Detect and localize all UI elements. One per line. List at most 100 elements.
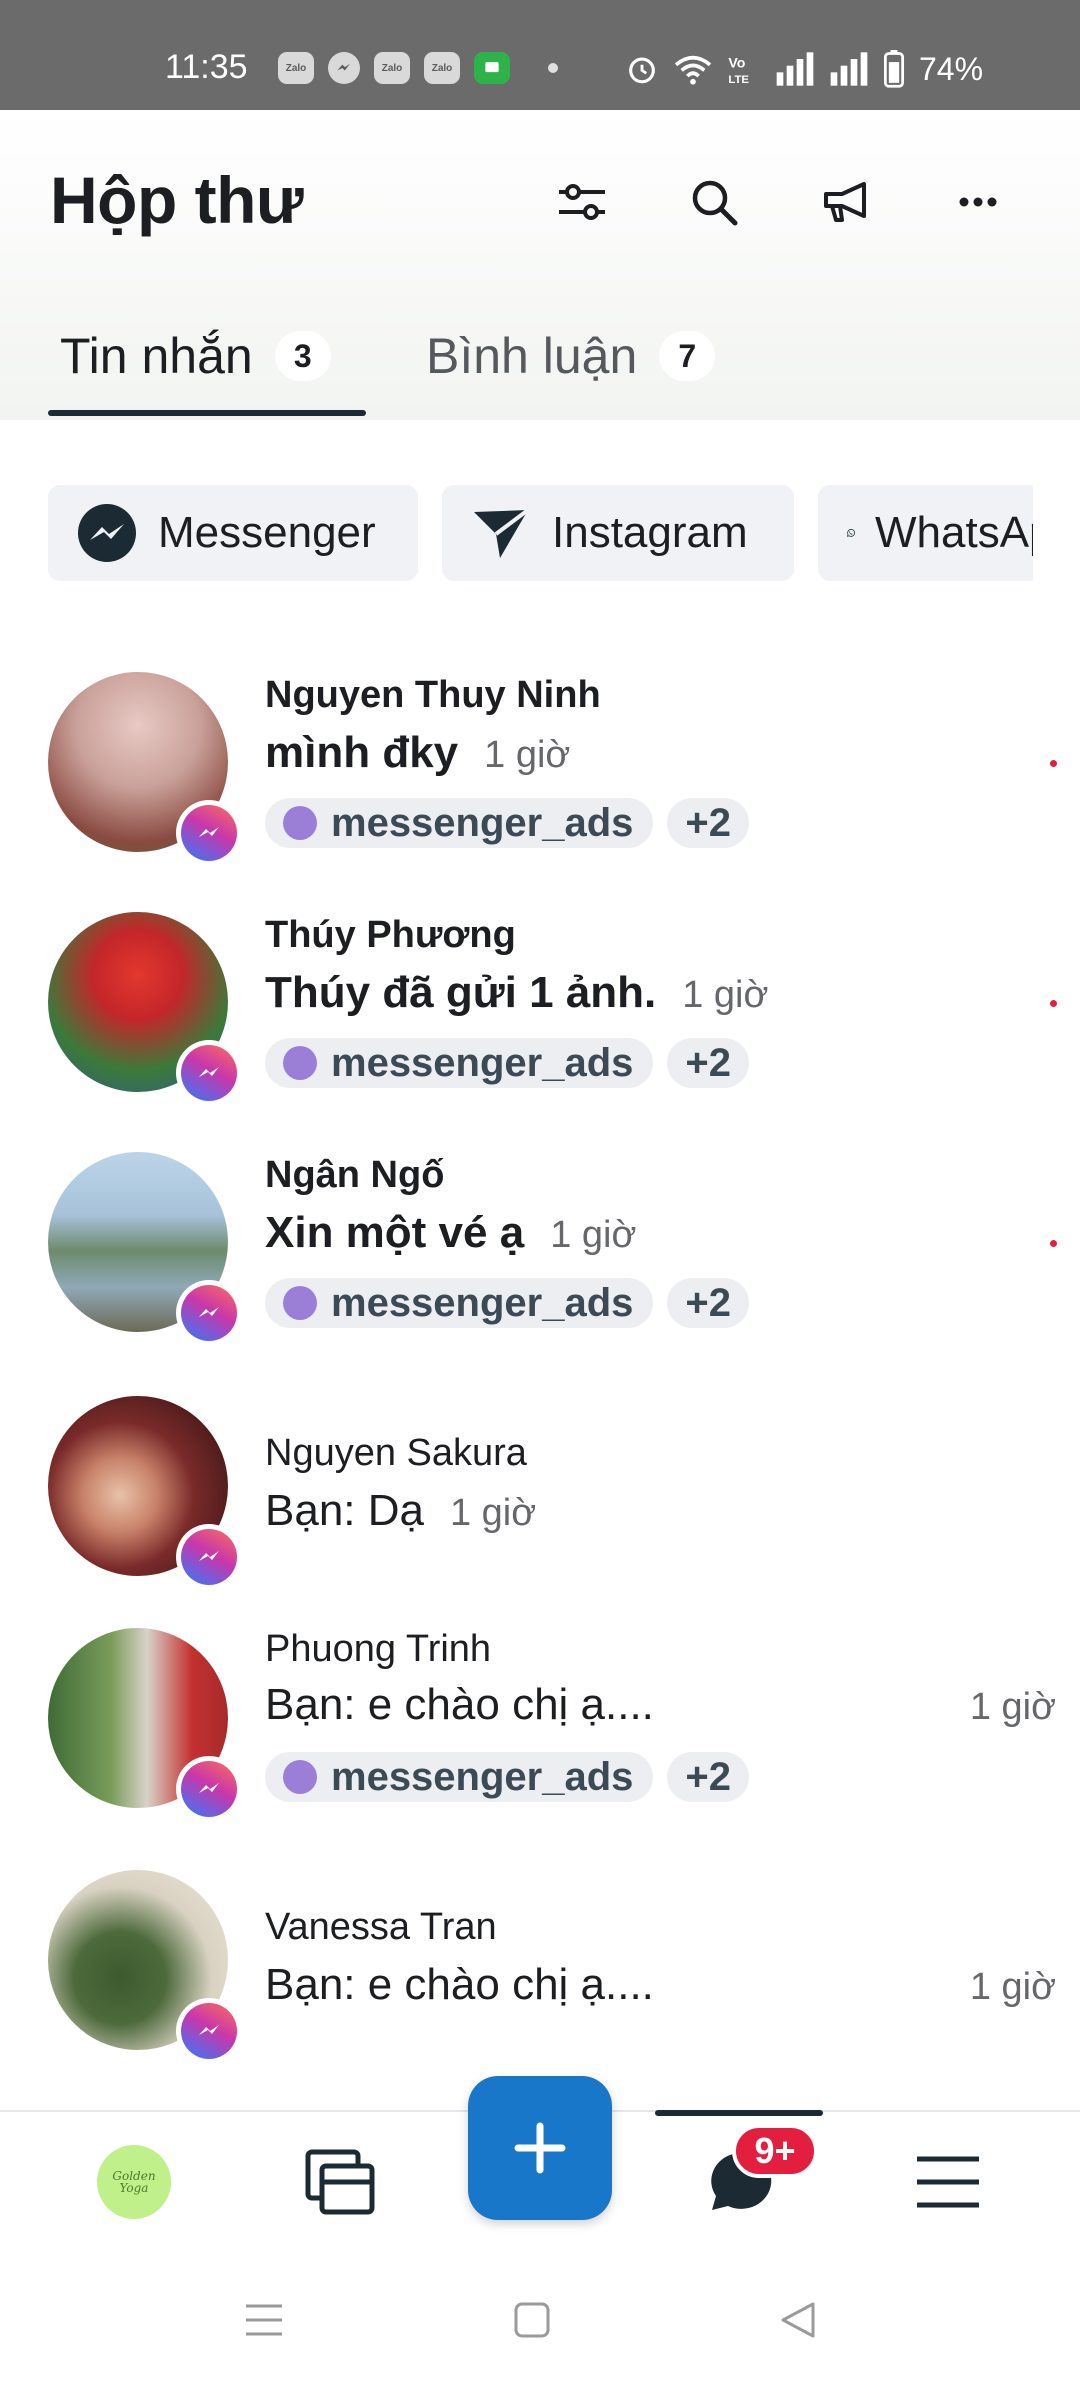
tag-color-dot (283, 1760, 317, 1794)
unread-indicator (1050, 1000, 1057, 1007)
tag-label: messenger_ads (331, 1280, 634, 1325)
tab-messages[interactable]: Tin nhắn 3 (60, 320, 331, 392)
channel-filter-chips: Messenger Instagram WhatsApp (48, 485, 1033, 581)
signal-icon (830, 52, 868, 86)
avatar (48, 1870, 242, 2064)
chip-label: WhatsApp (875, 508, 1033, 557)
conversation-item[interactable]: Nguyen Thuy Ninh mình đky 1 giờ messenge… (0, 672, 1080, 882)
active-nav-indicator (655, 2110, 823, 2116)
whatsapp-icon (847, 529, 855, 537)
system-indicators: Vo LTE 74% (625, 50, 983, 88)
svg-text:Vo: Vo (728, 56, 745, 72)
page-title: Hộp thư (50, 163, 304, 237)
messenger-badge-icon (176, 1756, 242, 1822)
message-time: 1 giờ (484, 734, 571, 776)
conversation-item[interactable]: Nguyen Sakura Bạn: Dạ 1 giờ (0, 1396, 1080, 1596)
contact-name: Ngân Ngố (265, 1154, 445, 1196)
svg-text:LTE: LTE (728, 74, 749, 86)
tag-color-dot (283, 806, 317, 840)
more-notifications-dot (548, 63, 558, 73)
messenger-icon (78, 504, 136, 562)
unread-indicator (1050, 760, 1057, 767)
inbox-header: Hộp thư Tin nhắn 3 Bình luận 7 (0, 110, 1080, 420)
tab-comments[interactable]: Bình luận 7 (426, 320, 716, 392)
avatar (48, 912, 242, 1106)
tag-label: messenger_ads (331, 1040, 634, 1085)
filter-icon[interactable] (552, 172, 612, 232)
message-preview: Bạn: Dạ (265, 1486, 424, 1535)
conversation-item[interactable]: Phuong Trinh Bạn: e chào chị ạ.... 1 giờ… (0, 1628, 1080, 1838)
avatar (48, 1396, 242, 1590)
megaphone-icon[interactable] (816, 172, 876, 232)
conversation-item[interactable]: Ngân Ngố Xin một vé ạ 1 giờ messenger_ad… (0, 1152, 1080, 1362)
tab-count-badge: 7 (659, 331, 716, 381)
chip-instagram[interactable]: Instagram (442, 485, 794, 581)
message-time: 1 giờ (969, 1966, 1056, 2008)
contact-name: Nguyen Sakura (265, 1432, 527, 1474)
home-icon[interactable] (502, 2290, 562, 2350)
posts-icon[interactable] (300, 2112, 380, 2252)
message-preview: Xin một vé ạ (265, 1208, 525, 1257)
chip-messenger[interactable]: Messenger (48, 485, 418, 581)
avatar (48, 1152, 242, 1346)
nav-brand-profile[interactable]: Golden Yoga (94, 2112, 174, 2252)
message-preview: Bạn: e chào chị ạ.... (265, 1960, 654, 2009)
tag-list: messenger_ads +2 (265, 1752, 750, 1802)
message-preview: Thúy đã gửi 1 ảnh. (265, 968, 657, 1017)
avatar (48, 1628, 242, 1822)
unread-indicator (1050, 1240, 1057, 1247)
status-bar: 11:35 Zalo Zalo Zalo Vo LTE 74% (0, 0, 1080, 110)
more-tags[interactable]: +2 (667, 1038, 750, 1088)
menu-icon[interactable] (908, 2112, 988, 2252)
wifi-icon (674, 55, 712, 85)
message-time: 1 giờ (682, 974, 769, 1016)
status-time: 11:35 (165, 48, 248, 86)
tab-label: Bình luận (426, 328, 638, 384)
avatar (48, 672, 242, 866)
zalo-icon: Zalo (424, 52, 460, 84)
more-tags[interactable]: +2 (667, 1278, 750, 1328)
search-icon[interactable] (684, 172, 744, 232)
messenger-badge-icon (176, 1040, 242, 1106)
tab-label: Tin nhắn (60, 328, 253, 384)
messenger-badge-icon (176, 1280, 242, 1346)
tag-list: messenger_ads +2 (265, 1038, 750, 1088)
chip-label: Instagram (552, 508, 748, 557)
messenger-badge-icon (176, 1998, 242, 2064)
messenger-badge-icon (176, 800, 242, 866)
label-tag[interactable]: messenger_ads (265, 798, 654, 848)
tag-label: messenger_ads (331, 1754, 634, 1799)
zalo-icon: Zalo (278, 52, 314, 84)
chip-whatsapp[interactable]: WhatsApp (818, 485, 1033, 581)
contact-name: Vanessa Tran (265, 1906, 497, 1948)
notification-icons: Zalo Zalo Zalo (278, 52, 558, 84)
more-tags[interactable]: +2 (667, 1752, 750, 1802)
tag-list: messenger_ads +2 (265, 1278, 750, 1328)
system-navigation-bar (0, 2250, 1080, 2400)
more-icon[interactable] (948, 172, 1008, 232)
message-time: 1 giờ (449, 1492, 537, 1534)
contact-name: Thúy Phương (265, 914, 516, 956)
create-button[interactable] (468, 2076, 612, 2220)
conversation-item[interactable]: Vanessa Tran Bạn: e chào chị ạ.... 1 giờ (0, 1870, 1080, 2070)
alarm-icon (629, 57, 655, 84)
instagram-direct-icon (474, 508, 530, 558)
contact-name: Phuong Trinh (265, 1628, 492, 1670)
label-tag[interactable]: messenger_ads (265, 1752, 654, 1802)
tag-color-dot (283, 1046, 317, 1080)
recent-apps-icon[interactable] (234, 2290, 294, 2350)
brand-logo: Golden Yoga (97, 2145, 171, 2219)
battery-icon (883, 50, 905, 88)
messenger-badge-icon (176, 1524, 242, 1590)
inbox-count-badge: 9+ (732, 2124, 818, 2178)
label-tag[interactable]: messenger_ads (265, 1038, 654, 1088)
tag-color-dot (283, 1286, 317, 1320)
conversation-item[interactable]: Thúy Phương Thúy đã gửi 1 ảnh. 1 giờ mes… (0, 912, 1080, 1122)
message-preview: mình đky (265, 728, 459, 777)
messenger-icon (328, 52, 360, 84)
chip-label: Messenger (158, 508, 376, 557)
signal-icon (776, 52, 814, 86)
back-icon[interactable] (768, 2290, 828, 2350)
more-tags[interactable]: +2 (667, 798, 750, 848)
label-tag[interactable]: messenger_ads (265, 1278, 654, 1328)
